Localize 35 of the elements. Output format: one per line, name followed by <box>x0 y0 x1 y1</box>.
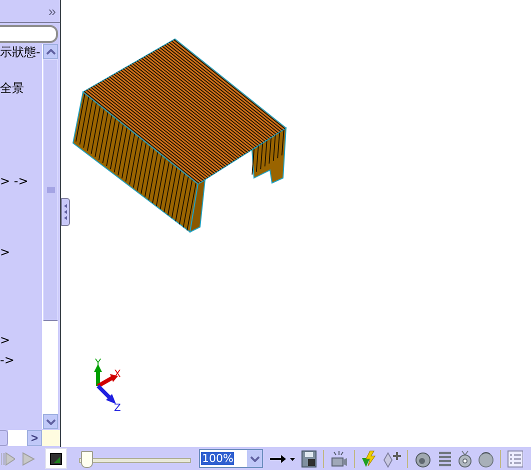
scrollbar-thumb[interactable] <box>43 59 58 321</box>
axis-label: Z <box>114 403 121 414</box>
stop-button[interactable] <box>45 448 67 469</box>
chevron-down-icon <box>250 456 260 462</box>
weight-icon[interactable] <box>458 450 472 468</box>
scroll-down-button[interactable] <box>43 414 58 429</box>
timeline-slider[interactable] <box>79 450 191 468</box>
vertical-scrollbar[interactable] <box>42 44 58 429</box>
zoom-dropdown[interactable]: 100% <box>199 449 263 468</box>
tree-item[interactable]: > <box>0 245 10 259</box>
list-icon[interactable] <box>507 450 523 468</box>
input-field[interactable] <box>0 430 8 446</box>
film-save-icon[interactable] <box>301 450 317 468</box>
lightning-icon[interactable] <box>361 450 377 468</box>
tree-item[interactable]: > <box>0 333 10 347</box>
axis-label: X <box>114 369 121 380</box>
slider-thumb[interactable] <box>81 450 94 468</box>
tree-item[interactable]: > -> <box>0 174 28 188</box>
chevron-down-icon <box>46 418 56 424</box>
tree-item[interactable]: 示狀態- <box>0 45 40 59</box>
collapse-handle[interactable] <box>61 198 70 226</box>
contact-icon[interactable] <box>478 450 494 468</box>
corner-box <box>42 430 60 446</box>
tree-item[interactable]: 全景 <box>0 81 24 95</box>
stop-icon <box>50 452 62 464</box>
scroll-up-button[interactable] <box>43 44 58 59</box>
add-point-icon[interactable] <box>383 450 401 468</box>
camera-icon[interactable] <box>330 450 348 468</box>
chevron-up-icon <box>46 48 56 54</box>
motor-icon[interactable] <box>414 450 432 468</box>
tree-item[interactable]: -> <box>0 353 14 367</box>
spring-icon[interactable] <box>438 450 452 468</box>
expand-button[interactable]: » <box>48 4 60 18</box>
scroll-right-button[interactable]: > <box>27 430 42 446</box>
filter-field[interactable] <box>0 25 58 43</box>
